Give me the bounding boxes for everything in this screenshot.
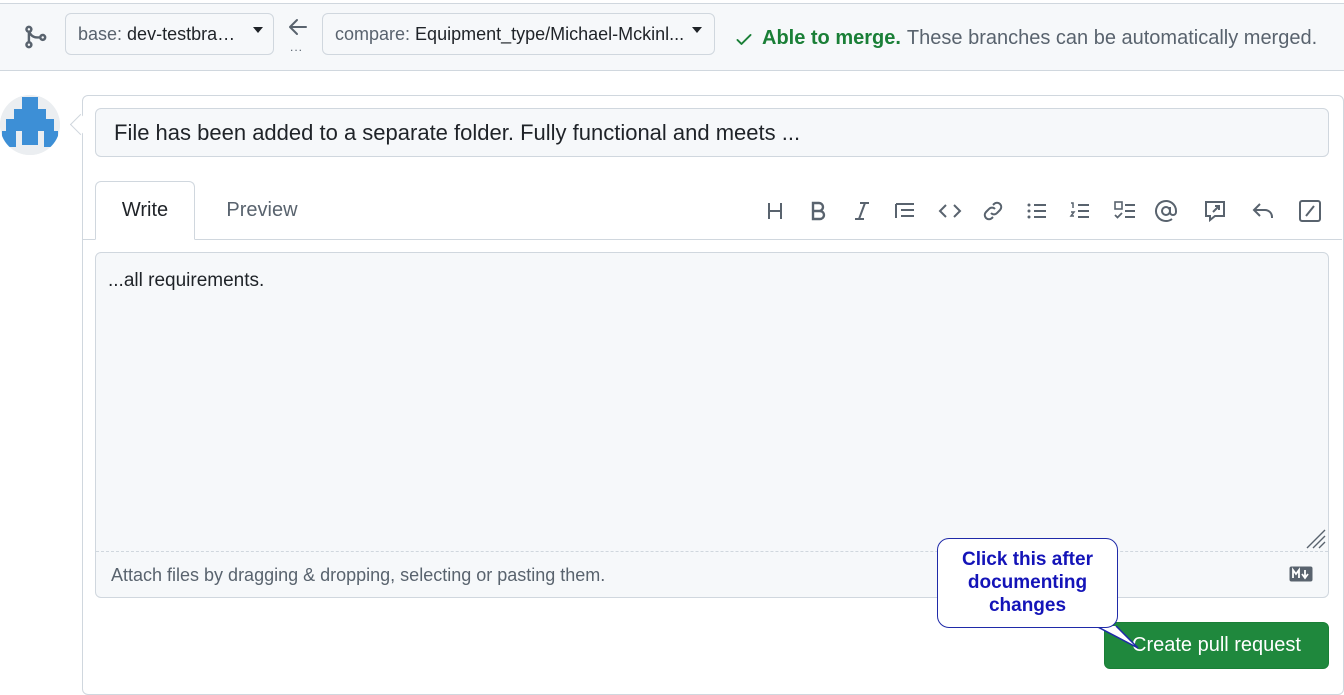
chevron-down-icon — [692, 27, 703, 33]
quote-icon[interactable] — [890, 196, 920, 226]
callout-line: changes — [988, 595, 1067, 616]
attach-files-hint[interactable]: Attach files by dragging & dropping, sel… — [111, 565, 605, 586]
arrow-left-icon — [289, 19, 307, 35]
check-icon — [736, 33, 752, 45]
task-list-icon[interactable] — [1110, 196, 1140, 226]
reference-icon[interactable] — [1200, 196, 1230, 226]
markdown-icon — [1289, 566, 1313, 582]
callout-line: Click this after — [962, 549, 1093, 570]
merge-status-label: Able to merge. — [762, 27, 901, 49]
title-input[interactable] — [95, 108, 1329, 157]
arrow-dots: ... — [290, 40, 304, 54]
compare-branches-icon — [25, 25, 47, 49]
callout-line: documenting — [967, 572, 1088, 593]
numbered-list-icon[interactable] — [1065, 196, 1095, 226]
resize-handle-icon[interactable] — [1303, 527, 1327, 549]
merge-status: Able to merge. These branches can be aut… — [734, 27, 1317, 50]
italic-icon[interactable] — [847, 196, 877, 226]
compare-label: compare: — [335, 23, 411, 44]
identicon-icon — [0, 95, 60, 155]
instruction-callout: Click this after documenting changes — [937, 538, 1118, 628]
merge-status-description: These branches can be automatically merg… — [906, 27, 1318, 49]
callout-pointer — [1096, 625, 1139, 649]
chevron-down-icon — [253, 27, 263, 33]
heading-icon[interactable] — [760, 196, 790, 226]
reply-icon[interactable] — [1248, 196, 1278, 226]
markdown-toolbar — [760, 196, 1340, 226]
base-label: base: — [78, 23, 123, 44]
link-icon[interactable] — [978, 196, 1008, 226]
avatar[interactable] — [0, 95, 60, 155]
attach-divider — [96, 551, 1328, 552]
compare-branch-selector[interactable]: compare: Equipment_type/Michael-Mckinl..… — [322, 13, 715, 55]
slash-commands-icon[interactable] — [1295, 196, 1325, 226]
bold-icon[interactable] — [803, 196, 833, 226]
mention-icon[interactable] — [1151, 196, 1181, 226]
description-textarea[interactable] — [95, 252, 1329, 598]
code-icon[interactable] — [935, 196, 965, 226]
compare-branch-name: Equipment_type/Michael-Mckinl... — [415, 23, 685, 44]
base-branch-selector[interactable]: base: dev-testbranch — [65, 13, 274, 55]
base-branch-name: dev-testbranch — [127, 23, 245, 44]
bulleted-list-icon[interactable] — [1022, 196, 1052, 226]
tab-preview[interactable]: Preview — [210, 181, 314, 240]
description-text: ...all requirements. — [108, 270, 265, 291]
tab-write[interactable]: Write — [95, 181, 195, 240]
